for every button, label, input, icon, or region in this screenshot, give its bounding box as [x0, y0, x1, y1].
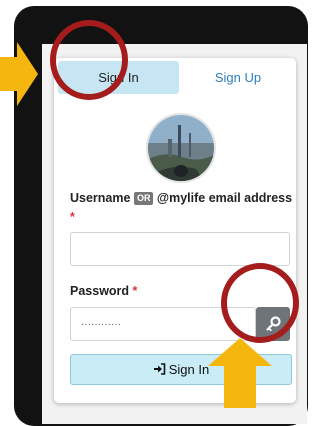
circle-annotation-sign-in-tab	[50, 20, 128, 100]
arrow-up-annotation	[208, 338, 272, 408]
arrow-left-annotation	[0, 42, 38, 106]
circle-annotation-key-button	[221, 263, 299, 343]
annotation-overlay	[0, 20, 299, 408]
